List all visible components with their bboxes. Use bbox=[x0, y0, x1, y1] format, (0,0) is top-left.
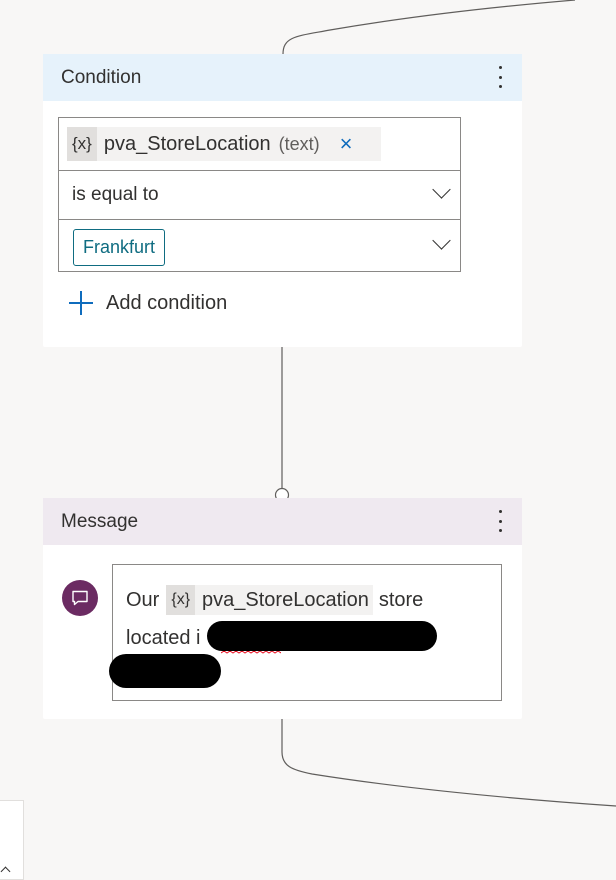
add-condition-label: Add condition bbox=[106, 291, 228, 314]
authoring-canvas: Condition {x} pva_StoreLocation (text) ×… bbox=[0, 0, 616, 880]
message-line-1: Our {x} pva_StoreLocation store bbox=[126, 585, 423, 615]
redaction-mark bbox=[109, 654, 221, 688]
message-text-after: store bbox=[378, 588, 424, 611]
condition-variable-field[interactable]: {x} pva_StoreLocation (text) × bbox=[58, 117, 461, 170]
chevron-up-icon[interactable] bbox=[0, 866, 11, 877]
message-more-icon[interactable] bbox=[492, 510, 508, 532]
operator-dropdown[interactable]: is equal to bbox=[58, 170, 461, 219]
variable-name: pva_StoreLocation bbox=[103, 132, 271, 155]
value-dropdown[interactable]: Frankfurt bbox=[58, 219, 461, 272]
operator-value: is equal to bbox=[72, 184, 159, 205]
chat-message-icon bbox=[62, 580, 98, 616]
chevron-down-icon[interactable] bbox=[432, 180, 451, 199]
variable-icon: {x} bbox=[166, 585, 196, 615]
redaction-mark bbox=[207, 621, 437, 651]
message-text-before: Our bbox=[126, 588, 160, 611]
add-condition-button[interactable]: Add condition bbox=[69, 291, 227, 315]
connector-top bbox=[282, 0, 576, 55]
chevron-down-icon[interactable] bbox=[432, 231, 451, 250]
condition-node[interactable]: Condition {x} pva_StoreLocation (text) ×… bbox=[43, 54, 522, 347]
message-title: Message bbox=[61, 510, 139, 532]
connector-bottom bbox=[281, 719, 616, 807]
message-line-2: located i bbox=[126, 627, 201, 649]
condition-title: Condition bbox=[61, 66, 142, 88]
collapsed-panel-tab[interactable] bbox=[0, 800, 24, 880]
message-header: Message bbox=[43, 498, 522, 545]
condition-header: Condition bbox=[43, 54, 522, 101]
value-tag: Frankfurt bbox=[73, 229, 166, 266]
message-text-editor[interactable]: Our {x} pva_StoreLocation store located … bbox=[109, 564, 502, 701]
variable-type: (text) bbox=[278, 133, 320, 154]
message-node[interactable]: Message Our {x} pva_StoreLocation store … bbox=[43, 498, 522, 719]
close-icon[interactable]: × bbox=[340, 133, 353, 155]
variable-chip[interactable]: {x} pva_StoreLocation (text) × bbox=[67, 127, 381, 161]
variable-icon: {x} bbox=[67, 127, 97, 161]
message-variable-chip[interactable]: {x} pva_StoreLocation bbox=[166, 585, 373, 615]
spellcheck-underline bbox=[221, 651, 281, 654]
message-variable-name: pva_StoreLocation bbox=[202, 588, 369, 611]
condition-more-icon[interactable] bbox=[492, 66, 508, 88]
add-icon bbox=[69, 291, 93, 315]
